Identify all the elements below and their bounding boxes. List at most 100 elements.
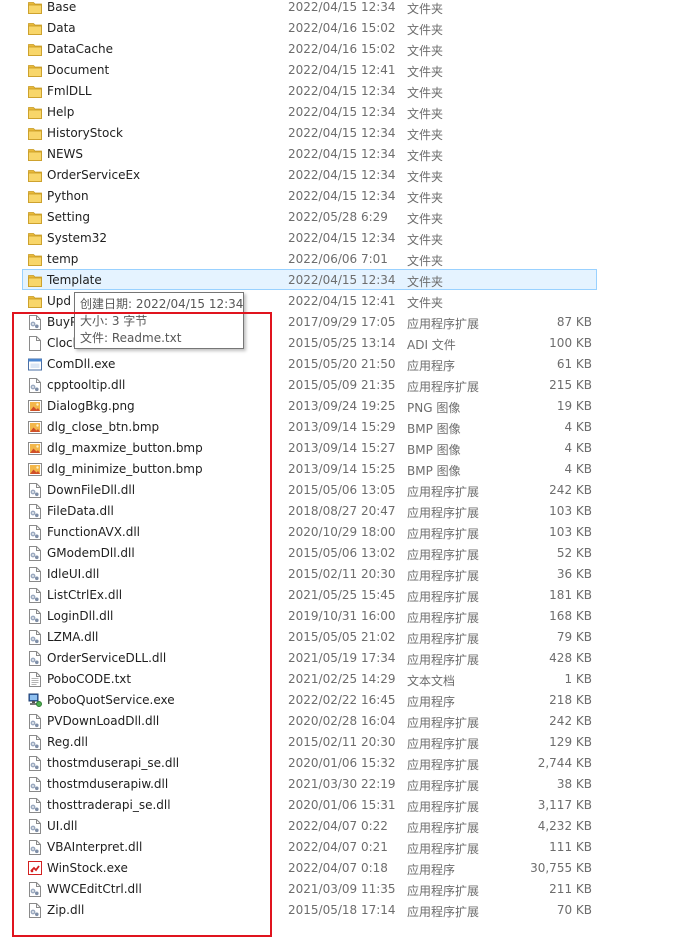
dll-file-icon (28, 483, 42, 498)
file-size: 428 KB (549, 651, 592, 665)
file-type: 应用程序扩展 (407, 716, 480, 730)
file-size: 19 KB (556, 399, 592, 413)
file-size: 79 KB (556, 630, 592, 644)
image-file-icon (28, 462, 42, 477)
file-type: PNG 图像 (407, 401, 461, 415)
dll-file-icon (28, 735, 42, 750)
file-row[interactable]: FmlDLL 2022/04/15 12:34 文件夹 (22, 80, 597, 101)
file-size: 4 KB (564, 420, 592, 434)
file-row[interactable]: Document 2022/04/15 12:41 文件夹 (22, 59, 597, 80)
file-row[interactable]: VBAInterpret.dll 2022/04/07 0:21 应用程序扩展 111… (22, 836, 597, 857)
file-row[interactable]: NEWS 2022/04/15 12:34 文件夹 (22, 143, 597, 164)
file-date-modified: 2022/04/07 0:21 (288, 840, 388, 854)
file-date-modified: 2022/04/15 12:34 (288, 231, 396, 245)
file-row[interactable]: Reg.dll 2015/02/11 20:30 应用程序扩展 129 KB (22, 731, 597, 752)
file-row[interactable]: PVDownLoadDll.dll 2020/02/28 16:04 应用程序扩展 2… (22, 710, 597, 731)
file-row[interactable]: PoboQuotService.exe 2022/02/22 16:45 应用程序 2… (22, 689, 597, 710)
file-name: Python (47, 189, 89, 203)
file-row[interactable]: Help 2022/04/15 12:34 文件夹 (22, 101, 597, 122)
blank-file-icon (28, 336, 42, 351)
file-date-modified: 2013/09/14 15:25 (288, 462, 396, 476)
file-size: 1 KB (564, 672, 592, 686)
file-date-modified: 2022/04/15 12:34 (288, 273, 396, 287)
file-type: 文件夹 (407, 212, 444, 226)
file-name: VBAInterpret.dll (47, 840, 143, 854)
file-name: FunctionAVX.dll (47, 525, 141, 539)
file-date-modified: 2015/05/05 21:02 (288, 630, 396, 644)
folder-icon (28, 273, 42, 288)
file-row[interactable]: PoboCODE.txt 2021/02/25 14:29 文本文档 1 KB (22, 668, 597, 689)
dll-file-icon (28, 609, 42, 624)
file-size: 2,744 KB (537, 756, 592, 770)
file-name: ListCtrlEx.dll (47, 588, 123, 602)
file-name: FileData.dll (47, 504, 114, 518)
file-row[interactable]: cpptooltip.dll 2015/05/09 21:35 应用程序扩展 215 … (22, 374, 597, 395)
file-date-modified: 2022/04/07 0:22 (288, 819, 388, 833)
file-date-modified: 2022/04/15 12:34 (288, 105, 396, 119)
file-row[interactable]: HistoryStock 2022/04/15 12:34 文件夹 (22, 122, 597, 143)
file-row[interactable]: Python 2022/04/15 12:34 文件夹 (22, 185, 597, 206)
tooltip-size: 大小: 3 字节 (80, 314, 148, 328)
file-type: 应用程序扩展 (407, 821, 480, 835)
file-type: 文件夹 (407, 2, 444, 16)
file-row[interactable]: Setting 2022/05/28 6:29 文件夹 (22, 206, 597, 227)
file-date-modified: 2020/01/06 15:32 (288, 756, 396, 770)
file-row[interactable]: dlg_maxmize_button.bmp 2013/09/14 15:27 BM… (22, 437, 597, 458)
file-row[interactable]: Zip.dll 2015/05/18 17:14 应用程序扩展 70 KB (22, 899, 597, 920)
file-row[interactable]: ComDll.exe 2015/05/20 21:50 应用程序 61 KB (22, 353, 597, 374)
file-type: 应用程序扩展 (407, 611, 480, 625)
file-name: cpptooltip.dll (47, 378, 126, 392)
file-date-modified: 2015/05/18 17:14 (288, 903, 396, 917)
image-file-icon (28, 420, 42, 435)
file-type: 应用程序扩展 (407, 569, 480, 583)
file-row[interactable]: DialogBkg.png 2013/09/24 19:25 PNG 图像 19 KB (22, 395, 597, 416)
file-row[interactable]: ListCtrlEx.dll 2021/05/25 15:45 应用程序扩展 181 … (22, 584, 597, 605)
file-size: 211 KB (549, 882, 592, 896)
file-row[interactable]: WWCEditCtrl.dll 2021/03/09 11:35 应用程序扩展 211… (22, 878, 597, 899)
file-row[interactable]: thostmduserapiw.dll 2021/03/30 22:19 应用程序扩… (22, 773, 597, 794)
file-type: 文本文档 (407, 674, 456, 688)
file-type: 文件夹 (407, 107, 444, 121)
file-row[interactable]: temp 2022/06/06 7:01 文件夹 (22, 248, 597, 269)
dll-file-icon (28, 777, 42, 792)
file-row[interactable]: LoginDll.dll 2019/10/31 16:00 应用程序扩展 168 KB (22, 605, 597, 626)
file-row[interactable]: DownFileDll.dll 2015/05/06 13:05 应用程序扩展 242… (22, 479, 597, 500)
file-size: 61 KB (556, 357, 592, 371)
file-row[interactable]: Data 2022/04/16 15:02 文件夹 (22, 17, 597, 38)
file-row[interactable]: Base 2022/04/15 12:34 文件夹 (22, 0, 597, 17)
file-type: 文件夹 (407, 86, 444, 100)
file-row-selected[interactable]: Template 2022/04/15 12:34 文件夹 (22, 269, 597, 290)
file-name: GModemDll.dll (47, 546, 135, 560)
file-name: Setting (47, 210, 90, 224)
file-row[interactable]: WinStock.exe 2022/04/07 0:18 应用程序 30,755 KB (22, 857, 597, 878)
file-name: Data (47, 21, 76, 35)
file-name: HistoryStock (47, 126, 123, 140)
file-row[interactable]: dlg_close_btn.bmp 2013/09/14 15:29 BMP 图像 4… (22, 416, 597, 437)
file-date-modified: 2021/05/25 15:45 (288, 588, 396, 602)
file-row[interactable]: IdleUI.dll 2015/02/11 20:30 应用程序扩展 36 KB (22, 563, 597, 584)
file-type: 应用程序扩展 (407, 884, 480, 898)
file-row[interactable]: thosttraderapi_se.dll 2020/01/06 15:31 应用程… (22, 794, 597, 815)
file-list: Base 2022/04/15 12:34 文件夹 Data 2022/04/16 15… (0, 0, 692, 939)
file-date-modified: 2013/09/24 19:25 (288, 399, 396, 413)
file-row[interactable]: FunctionAVX.dll 2020/10/29 18:00 应用程序扩展 103… (22, 521, 597, 542)
file-date-modified: 2022/04/07 0:18 (288, 861, 388, 875)
file-row[interactable]: UI.dll 2022/04/07 0:22 应用程序扩展 4,232 KB (22, 815, 597, 836)
file-type: BMP 图像 (407, 464, 461, 478)
file-row[interactable]: OrderServiceEx 2022/04/15 12:34 文件夹 (22, 164, 597, 185)
file-name: System32 (47, 231, 108, 245)
file-row[interactable]: System32 2022/04/15 12:34 文件夹 (22, 227, 597, 248)
file-name: Upd (47, 294, 72, 308)
file-type: 文件夹 (407, 170, 444, 184)
file-row[interactable]: dlg_minimize_button.bmp 2013/09/14 15:25 B… (22, 458, 597, 479)
file-name: DataCache (47, 42, 113, 56)
file-row[interactable]: FileData.dll 2018/08/27 20:47 应用程序扩展 103 KB (22, 500, 597, 521)
file-row[interactable]: DataCache 2022/04/16 15:02 文件夹 (22, 38, 597, 59)
file-name: dlg_close_btn.bmp (47, 420, 160, 434)
file-row[interactable]: thostmduserapi_se.dll 2020/01/06 15:32 应用程… (22, 752, 597, 773)
file-row[interactable]: LZMA.dll 2015/05/05 21:02 应用程序扩展 79 KB (22, 626, 597, 647)
file-date-modified: 2022/04/15 12:34 (288, 84, 396, 98)
file-row[interactable]: OrderServiceDLL.dll 2021/05/19 17:34 应用程序扩… (22, 647, 597, 668)
file-name: thosttraderapi_se.dll (47, 798, 171, 812)
file-row[interactable]: GModemDll.dll 2015/05/06 13:02 应用程序扩展 52 KB (22, 542, 597, 563)
